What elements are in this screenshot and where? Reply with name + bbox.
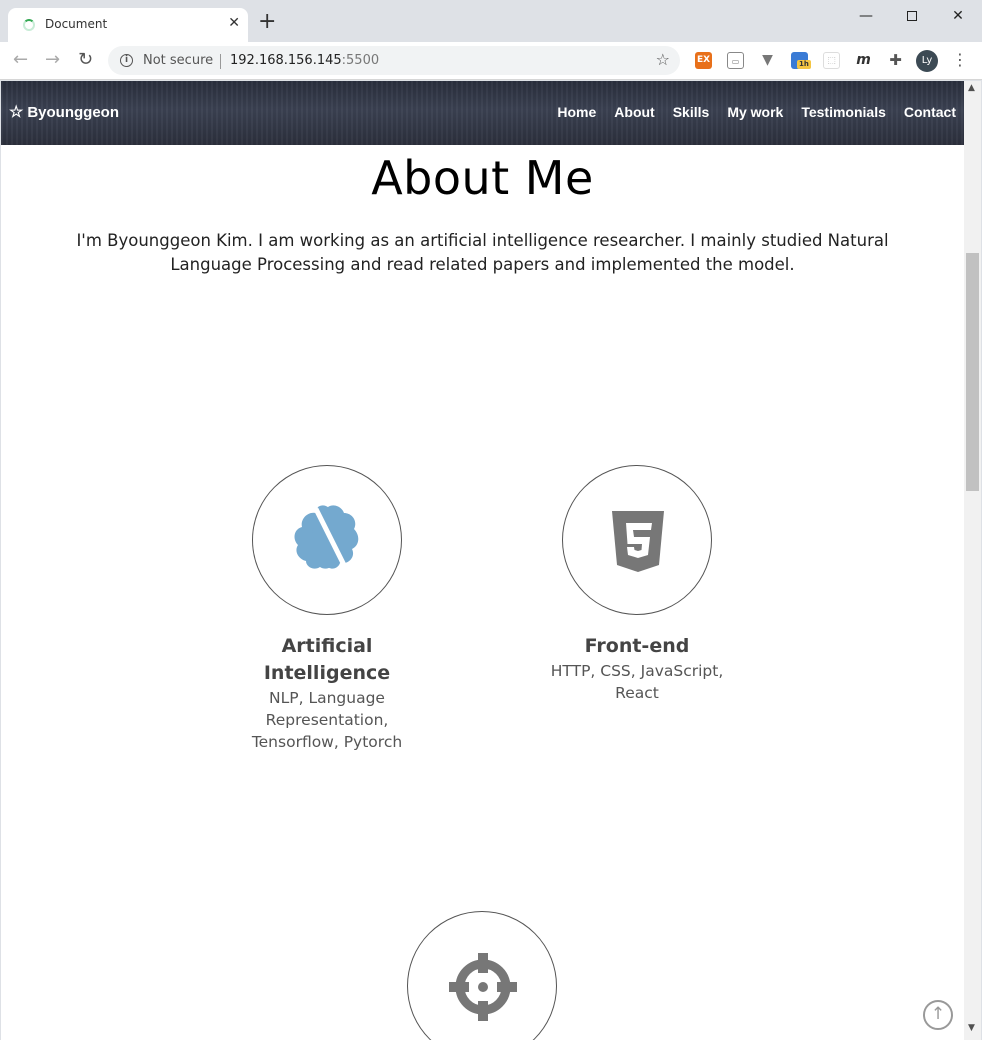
extension-icon[interactable]: ▭ bbox=[727, 52, 744, 69]
url-host: 192.168.156.145 bbox=[230, 53, 342, 68]
puzzle-extensions-icon[interactable]: ✚ bbox=[887, 52, 904, 69]
new-tab-button[interactable]: + bbox=[258, 11, 276, 33]
crosshairs-icon bbox=[449, 953, 517, 1021]
about-description: I'm Byounggeon Kim. I am working as an a… bbox=[76, 231, 889, 274]
star-icon: ☆ bbox=[9, 104, 24, 121]
window-minimize-button[interactable]: — bbox=[843, 4, 889, 28]
extension-icon[interactable]: m bbox=[855, 52, 872, 69]
skill-description: HTTP, CSS, JavaScript, React bbox=[550, 662, 724, 702]
menu-about[interactable]: About bbox=[614, 104, 654, 120]
profile-avatar[interactable]: Ly bbox=[916, 50, 938, 72]
scroll-to-top-button[interactable]: ↑ bbox=[923, 1000, 953, 1030]
site-brand[interactable]: ☆ Byounggeon bbox=[9, 102, 119, 122]
menu-home[interactable]: Home bbox=[557, 104, 596, 120]
html5-icon bbox=[612, 511, 664, 572]
url-text[interactable]: 192.168.156.145:5500 bbox=[230, 53, 379, 68]
site-navbar: ☆ Byounggeon Home About Skills My work Te… bbox=[1, 81, 964, 145]
browser-toolbar: ← → ↻ i Not secure 192.168.156.145:5500 … bbox=[0, 42, 982, 80]
site-menu: Home About Skills My work Testimonials C… bbox=[557, 104, 956, 120]
skill-description: NLP, Language Representation, Tensorflow… bbox=[251, 689, 403, 751]
extension-icon[interactable]: ⬚ bbox=[823, 52, 840, 69]
more-menu-icon[interactable]: ⋮ bbox=[952, 50, 968, 69]
reload-icon[interactable]: ↻ bbox=[78, 50, 93, 70]
bookmark-star-icon[interactable]: ☆ bbox=[656, 50, 670, 69]
skill-icon-circle bbox=[407, 911, 557, 1040]
browser-tab[interactable]: Document ✕ bbox=[8, 8, 248, 42]
address-bar[interactable]: i Not secure 192.168.156.145:5500 ☆ bbox=[108, 46, 680, 75]
scroll-down-arrow-icon[interactable]: ▼ bbox=[968, 1023, 975, 1033]
brain-icon bbox=[294, 505, 359, 569]
scroll-thumb[interactable] bbox=[966, 253, 979, 491]
page-viewport: ☆ Byounggeon Home About Skills My work Te… bbox=[1, 81, 964, 1040]
skill-card-frontend: Front-end HTTP, CSS, JavaScript, React bbox=[537, 465, 737, 704]
extension-badge: 1h bbox=[797, 60, 811, 69]
skill-name: Artificial Intelligence bbox=[263, 635, 391, 684]
window-maximize-button[interactable] bbox=[889, 4, 935, 28]
page-scrollbar[interactable]: ▲ ▼ bbox=[964, 81, 981, 1040]
not-secure-label[interactable]: Not secure bbox=[143, 53, 213, 68]
forward-arrow-icon[interactable]: → bbox=[45, 50, 60, 70]
info-icon[interactable]: i bbox=[120, 54, 133, 67]
tab-title: Document bbox=[45, 17, 108, 31]
about-title: About Me bbox=[371, 151, 594, 205]
skill-card-third bbox=[382, 911, 582, 1040]
skill-icon-circle bbox=[562, 465, 712, 615]
menu-skills[interactable]: Skills bbox=[673, 104, 710, 120]
loading-spinner-icon bbox=[23, 19, 35, 31]
back-arrow-icon[interactable]: ← bbox=[13, 50, 28, 70]
menu-my-work[interactable]: My work bbox=[727, 104, 783, 120]
brand-name: Byounggeon bbox=[27, 104, 119, 121]
scroll-up-arrow-icon[interactable]: ▲ bbox=[968, 83, 975, 93]
menu-testimonials[interactable]: Testimonials bbox=[801, 104, 886, 120]
window-close-button[interactable]: ✕ bbox=[935, 4, 981, 28]
tab-close-icon[interactable]: ✕ bbox=[228, 15, 240, 31]
menu-contact[interactable]: Contact bbox=[904, 104, 956, 120]
extension-icon[interactable]: EX bbox=[695, 52, 712, 69]
address-divider bbox=[220, 54, 221, 69]
skill-name: Front-end bbox=[584, 635, 690, 657]
url-port: :5500 bbox=[341, 53, 380, 68]
skill-card-ai: Artificial Intelligence NLP, Language Re… bbox=[227, 465, 427, 753]
skill-icon-circle bbox=[252, 465, 402, 615]
extension-icon[interactable]: ▼ bbox=[759, 52, 776, 69]
extension-icon[interactable]: 1h bbox=[791, 52, 811, 69]
tab-strip: Document ✕ + — ✕ bbox=[0, 0, 982, 42]
